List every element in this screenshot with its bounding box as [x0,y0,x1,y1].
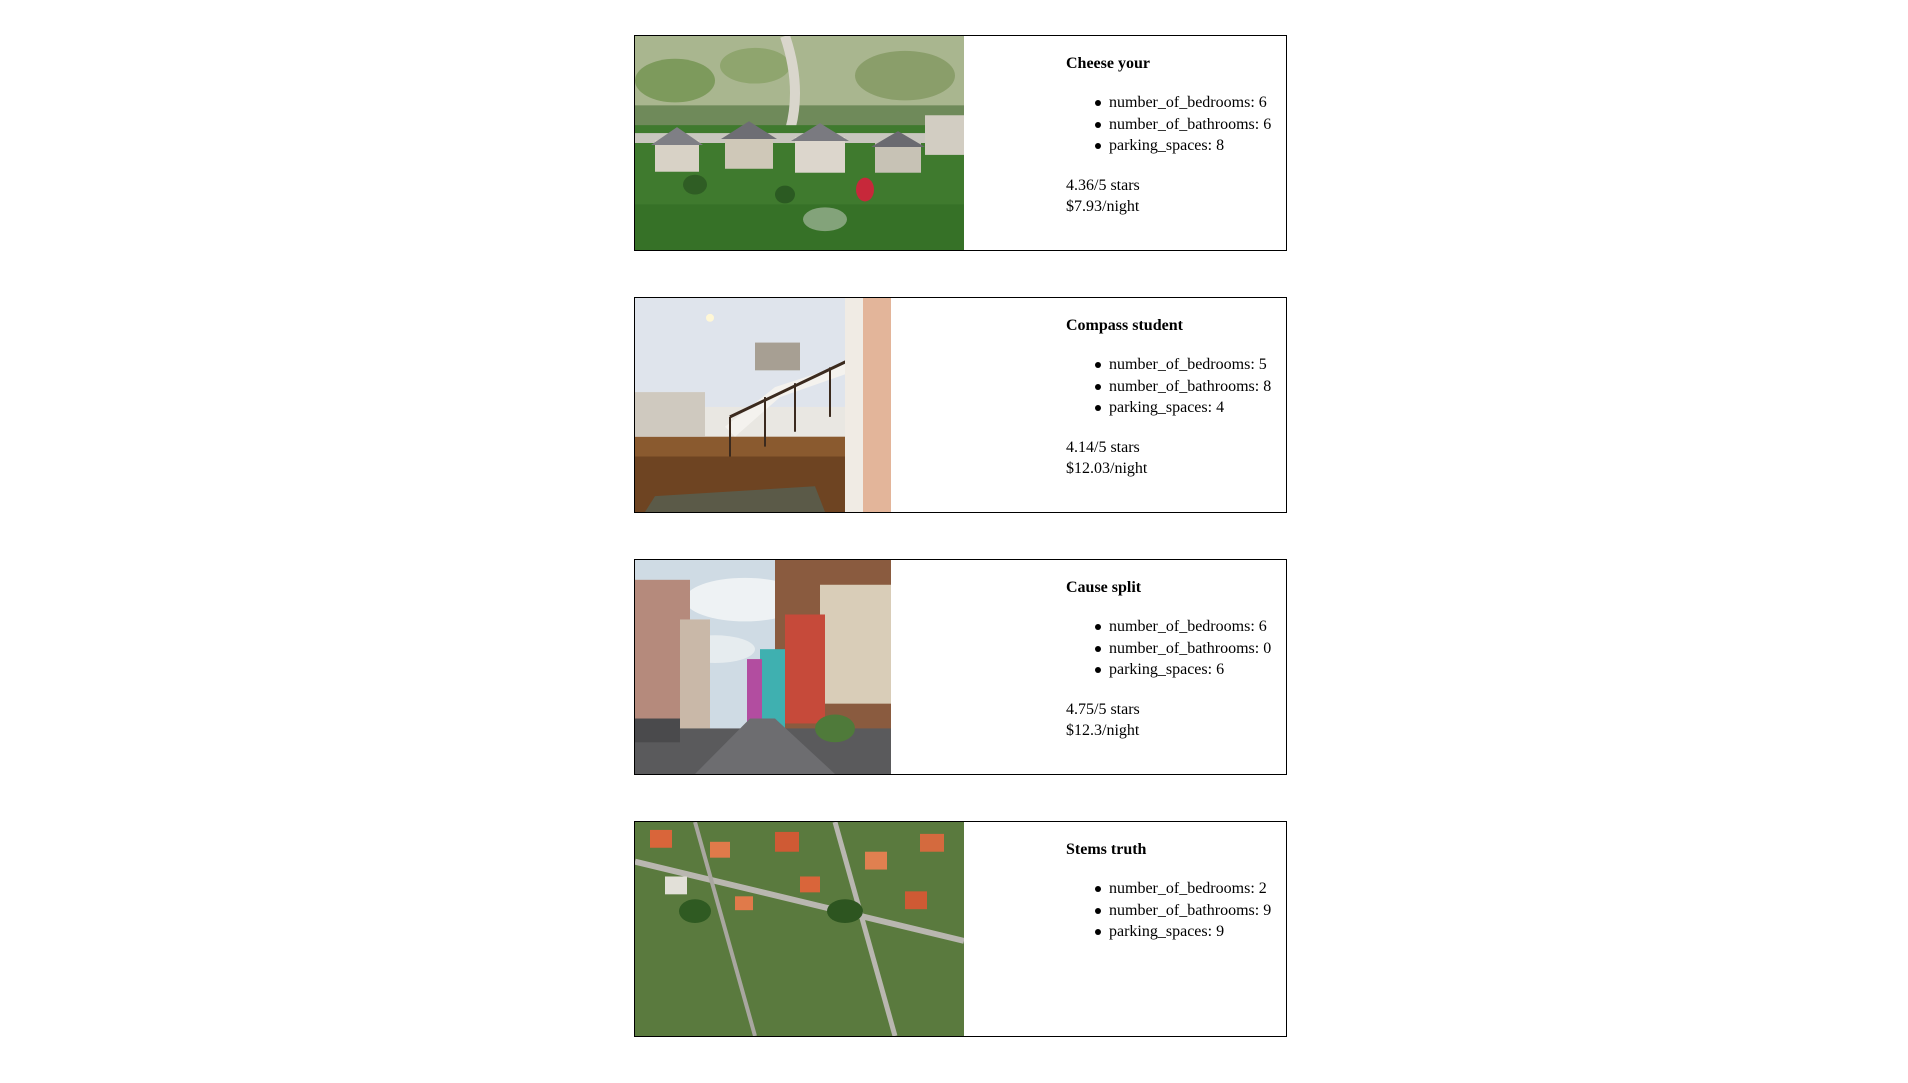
listing-info: Stems truth number_of_bedrooms: 2 number… [1066,822,1286,1036]
listing-photo [635,560,891,774]
listing-card[interactable]: Cheese your number_of_bedrooms: 6 number… [634,35,1287,251]
spec-parking: parking_spaces: 6 [1094,659,1271,681]
listing-rating: 4.36/5 stars [1066,177,1140,194]
listing-rating: 4.14/5 stars [1066,439,1140,456]
listing-title: Cheese your [1066,55,1150,72]
spec-bathrooms: number_of_bathrooms: 8 [1094,376,1271,398]
listing-card[interactable]: Compass student number_of_bedrooms: 5 nu… [634,297,1287,513]
listing-info: Cause split number_of_bedrooms: 6 number… [1066,560,1286,774]
spec-bedrooms: number_of_bedrooms: 2 [1094,878,1271,900]
listing-title: Compass student [1066,317,1183,334]
spec-bathrooms: number_of_bathrooms: 9 [1094,900,1271,922]
listing-price: $7.93/night [1066,198,1140,215]
listing-specs: number_of_bedrooms: 6 number_of_bathroom… [1066,92,1271,157]
spec-bedrooms: number_of_bedrooms: 5 [1094,354,1271,376]
listing-specs: number_of_bedrooms: 6 number_of_bathroom… [1066,616,1271,681]
spec-bathrooms: number_of_bathrooms: 6 [1094,114,1271,136]
listing-meta: 4.36/5 stars $7.93/night [1066,175,1140,217]
listing-photo [635,36,964,250]
listing-rating: 4.75/5 stars [1066,701,1140,718]
listing-title: Stems truth [1066,841,1147,858]
spec-parking: parking_spaces: 8 [1094,135,1271,157]
spec-parking: parking_spaces: 9 [1094,921,1271,943]
listing-meta: 4.75/5 stars $12.3/night [1066,699,1140,741]
listing-price: $12.03/night [1066,460,1148,477]
listing-info: Compass student number_of_bedrooms: 5 nu… [1066,298,1286,512]
listing-specs: number_of_bedrooms: 2 number_of_bathroom… [1066,878,1271,943]
listing-card[interactable]: Cause split number_of_bedrooms: 6 number… [634,559,1287,775]
listing-specs: number_of_bedrooms: 5 number_of_bathroom… [1066,354,1271,419]
spec-bedrooms: number_of_bedrooms: 6 [1094,616,1271,638]
listing-list: Cheese your number_of_bedrooms: 6 number… [634,35,1287,1083]
listing-photo [635,298,891,512]
spec-bathrooms: number_of_bathrooms: 0 [1094,638,1271,660]
listing-meta: 4.14/5 stars $12.03/night [1066,437,1147,479]
listing-card[interactable]: Stems truth number_of_bedrooms: 2 number… [634,821,1287,1037]
listing-photo [635,822,964,1036]
spec-bedrooms: number_of_bedrooms: 6 [1094,92,1271,114]
listing-title: Cause split [1066,579,1142,596]
spec-parking: parking_spaces: 4 [1094,397,1271,419]
listing-price: $12.3/night [1066,722,1140,739]
listing-info: Cheese your number_of_bedrooms: 6 number… [1066,36,1286,250]
